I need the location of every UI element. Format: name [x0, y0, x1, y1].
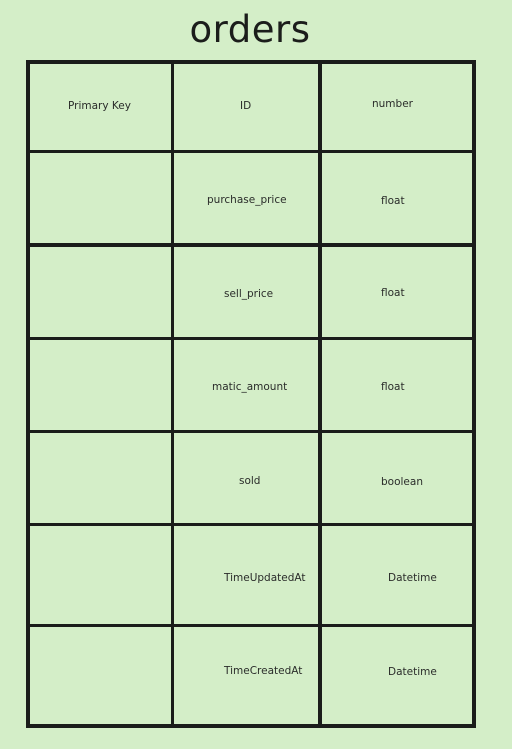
row-divider-2 [26, 243, 475, 247]
table-border-top [26, 60, 475, 64]
field-type-matic-amount: float [381, 381, 405, 393]
field-type-id: number [372, 98, 413, 110]
primary-key-label: Primary Key [68, 100, 131, 112]
field-type-sell-price: float [381, 287, 405, 299]
field-name-sell-price: sell_price [224, 288, 274, 300]
field-type-time-created-at: Datetime [388, 666, 437, 678]
row-divider-1 [26, 150, 475, 153]
row-divider-6 [26, 624, 475, 627]
row-divider-3 [26, 337, 475, 340]
field-name-id: ID [240, 100, 252, 112]
table-border-left [26, 60, 30, 728]
column-divider-1 [171, 60, 174, 728]
field-name-purchase-price: purchase_price [207, 194, 287, 206]
entity-title: orders [189, 8, 311, 51]
table-border-right [472, 60, 476, 728]
column-divider-2 [318, 60, 322, 728]
field-name-time-updated-at: TimeUpdatedAt [224, 572, 306, 584]
entity-table: Primary Key ID number purchase_price flo… [26, 60, 476, 728]
field-type-purchase-price: float [381, 195, 405, 207]
row-divider-5 [26, 523, 475, 526]
table-border-bottom [26, 724, 475, 728]
row-divider-4 [26, 430, 475, 433]
field-name-time-created-at: TimeCreatedAt [224, 665, 303, 677]
field-name-matic-amount: matic_amount [212, 381, 288, 393]
field-type-sold: boolean [381, 476, 423, 488]
field-name-sold: sold [239, 475, 261, 487]
field-type-time-updated-at: Datetime [388, 572, 437, 584]
